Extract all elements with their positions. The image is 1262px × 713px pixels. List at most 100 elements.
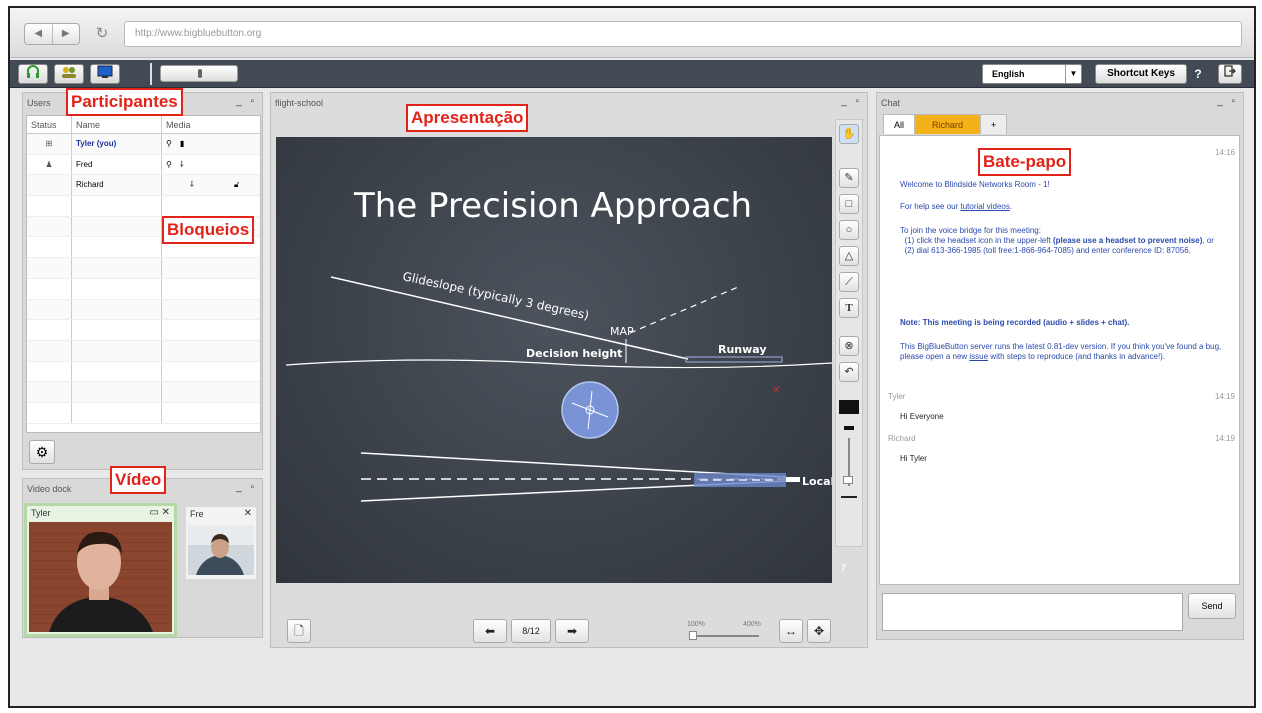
gear-icon: ⚙ <box>35 444 49 460</box>
voice-step-1-bold: (please use a headset to prevent noise) <box>1052 236 1203 245</box>
page-indicator[interactable]: 8/12 <box>511 619 551 643</box>
chat-input[interactable] <box>882 593 1183 631</box>
reload-icon[interactable]: ↻ <box>92 23 112 45</box>
toolbar-separator <box>150 63 152 85</box>
fit-width-button[interactable]: ↔ <box>779 619 803 643</box>
rectangle-tool-button[interactable]: □ <box>839 194 859 214</box>
webcam-icon[interactable]: ⚲ <box>166 160 172 169</box>
tab-add[interactable]: + <box>980 114 1008 134</box>
table-row[interactable]: Richard ⸸ 🔓︎ <box>27 175 260 197</box>
lock-icon[interactable]: 🔓︎ <box>234 175 239 195</box>
chat-title: Chat <box>881 98 901 108</box>
mic-off-icon[interactable]: ⸸ <box>190 180 194 189</box>
zoom-slider[interactable] <box>689 635 759 637</box>
user-name: Richard <box>72 175 162 196</box>
message-timestamp: 14:16 <box>1214 148 1235 157</box>
tab-richard[interactable]: Richard <box>915 114 981 134</box>
ellipse-tool-button[interactable]: ○ <box>839 220 859 240</box>
annotation-bate-papo: Bate-papo <box>978 148 1072 176</box>
pencil-tool-button[interactable]: ✎ <box>839 168 859 188</box>
column-status[interactable]: Status <box>27 116 72 133</box>
tab-all[interactable]: All <box>883 114 916 134</box>
video-window-controls[interactable]: ▭ ✕ <box>149 506 170 520</box>
language-select[interactable]: English ▼ <box>982 64 1082 84</box>
whiteboard-toolbar: ✋ ✎ □ ○ △ ⟋ T ⊗ ↶ <box>835 119 863 547</box>
table-row <box>27 299 260 321</box>
fit-width-icon: ↔ <box>785 624 797 638</box>
table-row <box>27 278 260 300</box>
presentation-panel: flight-school _ ▫ The Precision Approach… <box>270 92 868 648</box>
recording-note: Note: This meeting is being recorded (au… <box>900 318 1130 327</box>
thickness-max-line <box>841 496 857 498</box>
person-portrait <box>29 522 172 632</box>
webcam-share-button[interactable] <box>54 64 84 84</box>
panel-window-controls[interactable]: _ ▫ <box>236 479 257 499</box>
annotation-apresentacao: Apresentação <box>406 104 529 132</box>
screenshot-frame: ◀ ▶ ↻ http://www.bigbluebutton.org Engli… <box>8 6 1256 708</box>
slide-drawing: The Precision Approach Glideslope (typic… <box>285 186 832 502</box>
table-row[interactable]: ♟ Fred ⚲ ⸸ <box>27 154 260 176</box>
video-window-fred[interactable]: Fre ✕ <box>186 507 256 579</box>
panel-window-controls[interactable]: _ ▫ <box>841 93 862 113</box>
person-icon: ♟ <box>27 154 72 175</box>
triangle-tool-button[interactable]: △ <box>839 246 859 266</box>
close-icon[interactable]: ✕ <box>244 507 252 521</box>
move-icon: ✥ <box>813 624 825 638</box>
presentation-slide[interactable]: The Precision Approach Glideslope (typic… <box>276 137 832 583</box>
next-slide-button[interactable]: ➡ <box>555 619 589 643</box>
zoom-min-label: 100% <box>687 621 705 628</box>
help-button[interactable]: ? <box>1190 64 1206 84</box>
annotation-bloqueios: Bloqueios <box>162 216 255 244</box>
map-label: MAP <box>610 325 634 338</box>
fit-page-button[interactable]: ✥ <box>807 619 831 643</box>
logout-icon <box>1224 65 1236 77</box>
browser-bar: ◀ ▶ ↻ http://www.bigbluebutton.org <box>10 8 1254 58</box>
document-icon: 🗋︎ <box>294 624 304 638</box>
language-value: English <box>992 69 1025 79</box>
welcome-message: Welcome to Blindside Networks Room - 1! <box>900 180 1050 189</box>
mic-icon[interactable]: ▮ <box>180 139 184 148</box>
chevron-down-icon: ▼ <box>1065 65 1081 83</box>
table-row <box>27 402 260 424</box>
pan-tool-button[interactable]: ✋ <box>839 124 859 144</box>
desktop-share-button[interactable] <box>90 64 120 84</box>
help-message: For help see our tutorial videos. <box>900 202 1230 212</box>
panel-window-controls[interactable]: _ ▫ <box>236 93 257 113</box>
panel-window-controls[interactable]: _ ▫ <box>1217 93 1238 113</box>
column-media[interactable]: Media <box>162 116 260 133</box>
settings-button[interactable]: ⚙ <box>29 440 55 464</box>
column-name[interactable]: Name <box>72 116 162 133</box>
url-bar[interactable]: http://www.bigbluebutton.org <box>124 21 1242 47</box>
table-row <box>27 382 260 403</box>
send-button[interactable]: Send <box>1188 593 1236 619</box>
issue-link[interactable]: issue <box>969 352 988 361</box>
undo-tool-button[interactable]: ↶ <box>839 362 859 382</box>
logout-button[interactable] <box>1218 64 1242 84</box>
video-user-name: Tyler <box>31 508 51 518</box>
voice-step-1-end: , or <box>1202 236 1214 245</box>
mic-volume-slider[interactable] <box>160 65 238 82</box>
clear-tool-button[interactable]: ⊗ <box>839 336 859 356</box>
upload-button[interactable]: 🗋︎ <box>287 619 311 643</box>
pointer-mark: ✕ <box>772 385 780 396</box>
mic-off-icon[interactable]: ⸸ <box>180 160 184 169</box>
line-tool-button[interactable]: ⟋ <box>839 272 859 292</box>
table-row <box>27 340 260 362</box>
headset-button[interactable] <box>18 64 48 84</box>
thickness-slider-thumb[interactable] <box>843 476 853 484</box>
chat-tabs: All Richard + <box>883 114 1008 134</box>
table-row[interactable]: ⊞ Tyler (you) ⚲ ▮ <box>27 134 260 155</box>
webcam-feed-fred <box>188 525 254 575</box>
message-timestamp: 14:19 <box>1214 392 1235 401</box>
slider-thumb[interactable] <box>198 69 202 78</box>
video-window-tyler[interactable]: Tyler ▭ ✕ <box>24 503 177 637</box>
back-icon[interactable]: ◀ <box>25 24 53 44</box>
shortcut-keys-button[interactable]: Shortcut Keys <box>1095 64 1187 84</box>
webcam-icon[interactable]: ⚲ <box>166 139 172 148</box>
previous-slide-button[interactable]: ⬅ <box>473 619 507 643</box>
text-tool-button[interactable]: T <box>839 298 859 318</box>
color-swatch[interactable] <box>839 400 859 414</box>
tutorial-link[interactable]: tutorial videos <box>960 202 1009 211</box>
forward-icon[interactable]: ▶ <box>53 24 80 44</box>
zoom-slider-thumb[interactable] <box>689 631 697 640</box>
